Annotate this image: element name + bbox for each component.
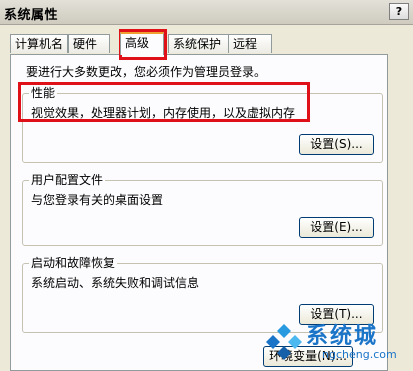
user-profiles-settings-button[interactable]: 设置(E)... (299, 217, 374, 238)
performance-settings-button[interactable]: 设置(S)... (299, 134, 374, 155)
window-title: 系统属性 (4, 8, 59, 23)
watermark-brand: 系统城 (306, 324, 379, 349)
tab-computer-name[interactable]: 计算机名 (10, 34, 68, 53)
tab-advanced[interactable]: 高级 (120, 32, 164, 55)
user-profiles-description: 与您登录有关的桌面设置 (31, 193, 164, 207)
watermark: 系统城 ngcheng.com (262, 318, 412, 368)
user-profiles-title: 用户配置文件 (29, 173, 106, 187)
performance-group: 性能 视觉效果，处理器计划，内存使用，以及虚拟内存 设置(S)... (22, 86, 383, 163)
tab-remote[interactable]: 远程 (228, 34, 272, 53)
system-properties-window: 系统属性 ? 计算机名 硬件 高级 系统保护 远程 要进行大多数更改，您必须作为… (0, 0, 413, 371)
title-bar: 系统属性 ? (0, 0, 413, 25)
startup-recovery-description: 系统启动、系统失败和调试信息 (31, 276, 200, 290)
performance-title: 性能 (29, 86, 58, 100)
help-button[interactable]: ? (389, 3, 409, 20)
user-profiles-group: 用户配置文件 与您登录有关的桌面设置 设置(E)... (22, 173, 383, 246)
tab-hardware[interactable]: 硬件 (68, 34, 110, 53)
watermark-url: ngcheng.com (322, 348, 397, 361)
tab-system-protection[interactable]: 系统保护 (168, 34, 230, 53)
admin-notice: 要进行大多数更改，您必须作为管理员登录。 (26, 65, 267, 79)
startup-recovery-title: 启动和故障恢复 (29, 256, 118, 270)
watermark-logo-icon (266, 324, 302, 360)
performance-description: 视觉效果，处理器计划，内存使用，以及虚拟内存 (31, 106, 296, 120)
